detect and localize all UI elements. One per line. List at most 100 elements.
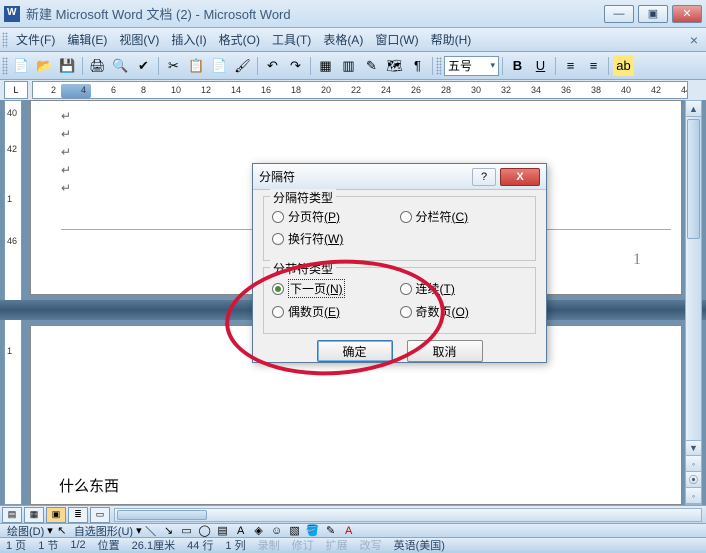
tab-selector[interactable]: L: [4, 81, 28, 99]
menu-insert[interactable]: 插入(I): [165, 29, 212, 50]
align-center-icon[interactable]: ≡: [583, 55, 604, 76]
table-icon[interactable]: ▦: [315, 55, 336, 76]
menu-edit[interactable]: 编辑(E): [61, 29, 113, 50]
scroll-up-icon[interactable]: ▲: [686, 101, 701, 117]
prev-page-icon[interactable]: ◦: [686, 456, 701, 472]
horizontal-ruler[interactable]: 2468101214161820222426283032343638404244: [32, 81, 688, 99]
redo-icon[interactable]: ↷: [285, 55, 306, 76]
select-icon[interactable]: ↖: [54, 525, 70, 537]
menu-format[interactable]: 格式(O): [213, 29, 266, 50]
columns-icon[interactable]: ▥: [338, 55, 359, 76]
open-icon[interactable]: 📂: [34, 55, 55, 76]
status-position: 26.1厘米: [132, 537, 175, 553]
close-button[interactable]: ✕: [672, 5, 702, 23]
radio-column-break[interactable]: 分栏符(C): [400, 208, 528, 225]
print-icon[interactable]: 🖨: [87, 55, 108, 76]
menu-table[interactable]: 表格(A): [317, 29, 369, 50]
cancel-button[interactable]: 取消: [407, 340, 483, 362]
dialog-close-button[interactable]: X: [500, 168, 540, 186]
scroll-down-icon[interactable]: ▼: [686, 440, 701, 456]
ruler-tick: 30: [471, 85, 481, 95]
radio-page-break[interactable]: 分页符(P): [272, 208, 400, 225]
clipart-icon[interactable]: ☺: [269, 525, 285, 537]
align-left-icon[interactable]: ≡: [560, 55, 581, 76]
save-icon[interactable]: 💾: [57, 55, 78, 76]
diagram-icon[interactable]: ◈: [251, 525, 267, 537]
underline-button[interactable]: U: [530, 55, 551, 76]
browse-object-icon[interactable]: ⦿: [686, 472, 701, 488]
maximize-button[interactable]: ▣: [638, 5, 668, 23]
paste-icon[interactable]: 📄: [209, 55, 230, 76]
format-painter-icon[interactable]: 🖌: [232, 55, 253, 76]
showmark-icon[interactable]: ¶: [407, 55, 428, 76]
docmap-icon[interactable]: 🗺: [384, 55, 405, 76]
ruler-tick: 34: [531, 85, 541, 95]
doc-close-icon[interactable]: ×: [690, 32, 704, 48]
status-language[interactable]: 英语(美国): [394, 537, 445, 553]
dialog-titlebar[interactable]: 分隔符 ? X: [253, 164, 546, 190]
status-overwrite[interactable]: 改写: [360, 537, 382, 553]
font-size-dropdown[interactable]: 五号: [444, 56, 499, 76]
picture-icon[interactable]: ▧: [287, 525, 303, 537]
scroll-thumb[interactable]: [117, 510, 207, 520]
scroll-thumb[interactable]: [687, 119, 700, 239]
paragraph-mark-icon: ↵: [61, 163, 71, 177]
wordart-icon[interactable]: A: [233, 525, 249, 537]
ruler-tick: 38: [591, 85, 601, 95]
textbox-icon[interactable]: ▤: [215, 525, 231, 537]
outline-view-icon[interactable]: ≣: [68, 507, 88, 523]
print-view-icon[interactable]: ▣: [46, 507, 66, 523]
fill-color-icon[interactable]: 🪣: [305, 525, 321, 537]
drawing-icon[interactable]: ✎: [361, 55, 382, 76]
cut-icon[interactable]: ✂: [163, 55, 184, 76]
next-page-icon[interactable]: ◦: [686, 488, 701, 504]
radio-next-page[interactable]: 下一页(N): [272, 279, 400, 298]
bold-button[interactable]: B: [507, 55, 528, 76]
radio-even-page[interactable]: 偶数页(E): [272, 303, 400, 320]
arrow-icon[interactable]: ↘: [161, 525, 177, 537]
ruler-tick: 20: [321, 85, 331, 95]
font-color-icon[interactable]: A: [341, 525, 357, 537]
highlight-icon[interactable]: ab: [613, 55, 634, 76]
ok-button[interactable]: 确定: [317, 340, 393, 362]
status-page: 1 页: [6, 537, 26, 553]
status-column: 1 列: [225, 537, 245, 553]
preview-icon[interactable]: 🔍: [110, 55, 131, 76]
status-pos-label: 位置: [98, 537, 120, 553]
status-record[interactable]: 录制: [258, 537, 280, 553]
line-icon[interactable]: ＼: [143, 525, 159, 537]
paragraph-mark-icon: ↵: [61, 145, 71, 159]
ruler-tick: 36: [561, 85, 571, 95]
menu-window[interactable]: 窗口(W): [369, 29, 424, 50]
rect-icon[interactable]: ▭: [179, 525, 195, 537]
web-view-icon[interactable]: ▦: [24, 507, 44, 523]
copy-icon[interactable]: 📋: [186, 55, 207, 76]
ruler-tick: 42: [651, 85, 661, 95]
menu-file[interactable]: 文件(F): [10, 29, 61, 50]
menu-help[interactable]: 帮助(H): [425, 29, 478, 50]
ruler-tick: 28: [441, 85, 451, 95]
status-revision[interactable]: 修订: [292, 537, 314, 553]
normal-view-icon[interactable]: ▤: [2, 507, 22, 523]
radio-continuous[interactable]: 连续(T): [400, 279, 528, 298]
radio-odd-page[interactable]: 奇数页(O): [400, 303, 528, 320]
spell-icon[interactable]: ✔: [133, 55, 154, 76]
reading-view-icon[interactable]: ▭: [90, 507, 110, 523]
ruler-tick: 8: [141, 85, 146, 95]
dialog-help-button[interactable]: ?: [472, 168, 496, 186]
page-number: 1: [633, 251, 641, 269]
status-bar: 1 页 1 节 1/2 位置 26.1厘米 44 行 1 列 录制 修订 扩展 …: [0, 537, 706, 551]
new-icon[interactable]: 📄: [11, 55, 32, 76]
minimize-button[interactable]: —: [604, 5, 634, 23]
vertical-scrollbar[interactable]: ▲ ▼ ◦ ⦿ ◦: [685, 100, 702, 505]
ruler-tick: 18: [291, 85, 301, 95]
status-extend[interactable]: 扩展: [326, 537, 348, 553]
menu-tools[interactable]: 工具(T): [266, 29, 317, 50]
horizontal-scrollbar[interactable]: [114, 508, 702, 522]
line-color-icon[interactable]: ✎: [323, 525, 339, 537]
app-icon: [4, 6, 20, 22]
radio-text-wrap[interactable]: 换行符(W): [272, 230, 400, 247]
menu-view[interactable]: 视图(V): [113, 29, 165, 50]
undo-icon[interactable]: ↶: [262, 55, 283, 76]
oval-icon[interactable]: ◯: [197, 525, 213, 537]
